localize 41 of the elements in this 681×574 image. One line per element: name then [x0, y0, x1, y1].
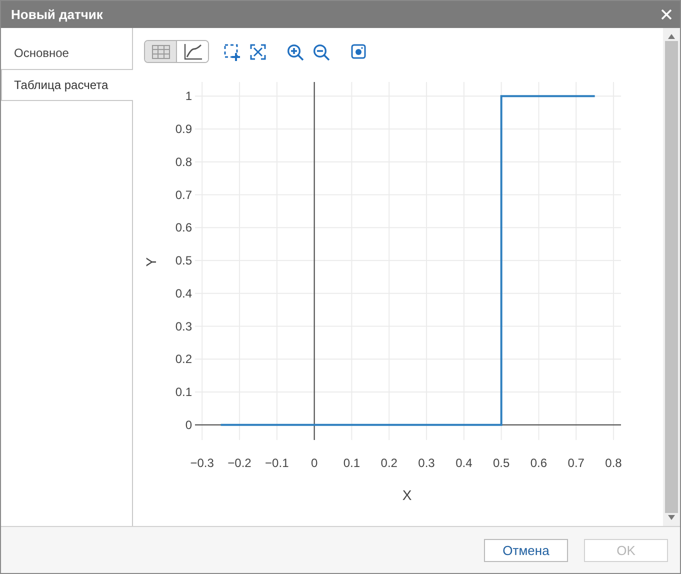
axis-tick-label: 0.2: [380, 456, 398, 470]
axis-tick-label: 0.7: [568, 456, 584, 470]
axis-tick-label: 0.7: [175, 188, 192, 202]
axis-tick-label: 0.1: [175, 385, 192, 399]
zoom-out-icon[interactable]: [313, 44, 330, 61]
scroll-down-icon[interactable]: [668, 515, 675, 520]
axis-tick-label: 0.6: [175, 220, 192, 235]
table-icon: [152, 44, 170, 58]
expand-icon[interactable]: [250, 44, 266, 60]
chart-view-button[interactable]: [176, 41, 208, 62]
tab[interactable]: Основное: [1, 37, 133, 69]
axis-tick-label: 0.3: [175, 319, 192, 334]
scroll-up-icon[interactable]: [668, 34, 675, 39]
axis-tick-label: 1: [185, 89, 192, 104]
scrollbar[interactable]: [663, 28, 680, 526]
tab[interactable]: Таблица расчета: [1, 69, 133, 101]
camera-icon[interactable]: [351, 44, 366, 59]
axis-title: Y: [143, 257, 159, 267]
axis-tick-label: 0.4: [175, 286, 192, 300]
axis-tick-label: 0.4: [456, 456, 472, 470]
axis-tick-label: 0.2: [175, 352, 192, 366]
axis-tick-label: 0.8: [175, 154, 192, 169]
axis-tick-label: 0.5: [492, 456, 510, 470]
axis-tick-label: 0.1: [343, 456, 360, 470]
dialog-button[interactable]: Отмена: [484, 538, 568, 562]
window-title: Новый датчик: [11, 7, 103, 22]
axis-tick-label: 0.5: [175, 254, 192, 268]
axis-tick-label: −0.1: [265, 456, 289, 470]
axis-tick-label: 0.9: [175, 122, 192, 136]
axis-tick-label: 0.6: [530, 456, 548, 470]
axis-tick-label: 0.8: [605, 456, 622, 470]
zoom-in-icon[interactable]: [287, 44, 304, 61]
axis-tick-label: 0.3: [418, 456, 435, 470]
axis-tick-label: −0.3: [190, 456, 214, 470]
line-chart-icon: [184, 44, 202, 60]
axis-tick-label: 0: [185, 418, 192, 432]
axis-title: X: [402, 487, 412, 503]
axis-tick-label: −0.2: [228, 456, 252, 470]
box-select-icon[interactable]: [224, 44, 241, 61]
axis-tick-label: 0: [310, 456, 318, 470]
close-icon[interactable]: [661, 9, 672, 20]
